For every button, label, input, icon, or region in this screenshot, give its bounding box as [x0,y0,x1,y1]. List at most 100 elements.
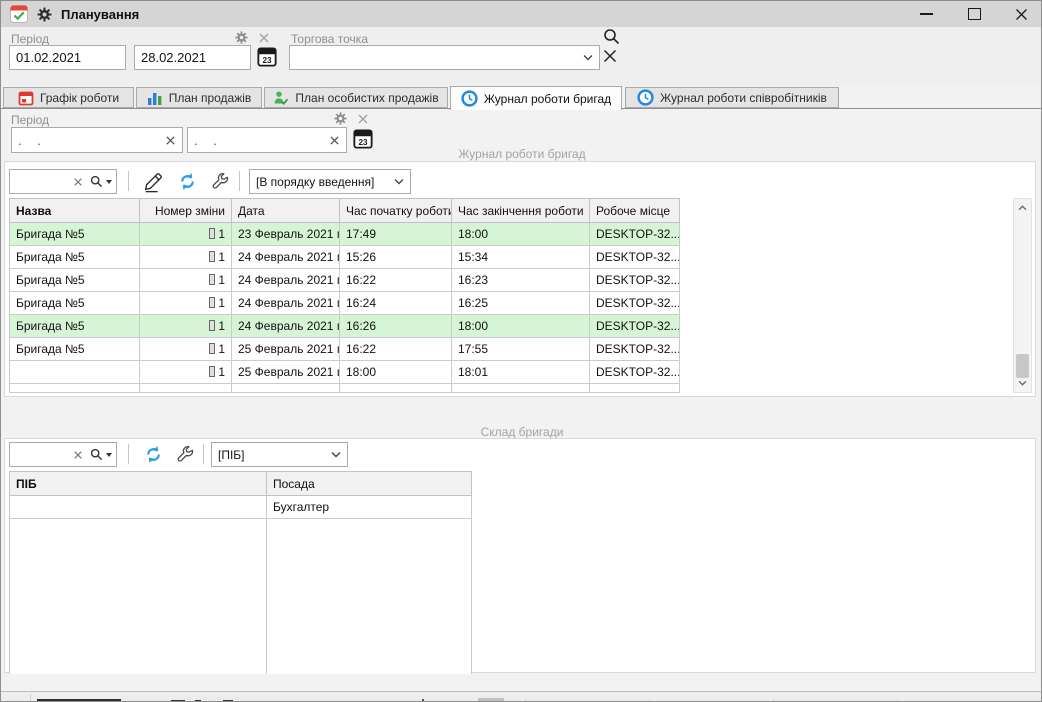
cell-workplace[interactable]: DESKTOP-32... [590,361,680,384]
tab-zhurnal-roboty-spivrobitnykiv[interactable]: Журнал роботи співробітників [625,87,839,108]
cell-start-time[interactable]: 17:49 [340,223,452,246]
period2-clear-icon[interactable] [357,113,369,125]
scroll-up-icon[interactable] [1016,201,1029,215]
cell-workplace[interactable]: DESKTOP-32... [590,338,680,361]
journal-row[interactable]: Бригада №5123 Февраль 2021 г.17:4918:00D… [10,223,680,246]
calendar-icon[interactable]: 23 [257,46,277,68]
cell-workplace[interactable]: DESKTOP-32... [590,246,680,269]
cell-pib[interactable]: Петрова Василиса Альбертовна [10,496,267,519]
date-from-input[interactable]: 01.02.2021 [9,45,126,70]
cell-shift[interactable]: 1 [140,315,232,338]
period-settings-gear-icon[interactable] [235,31,248,44]
cell-end-time[interactable]: 16:25 [452,292,590,315]
period2-settings-gear-icon[interactable] [334,112,347,125]
crew-refresh-button[interactable] [139,442,167,467]
cell-shift[interactable]: 1 [140,269,232,292]
journal-row[interactable]: Бригада №5124 Февраль 2021 г.16:2618:00D… [10,315,680,338]
clear-field-icon[interactable] [165,135,176,146]
tab-plan-prodazhiv[interactable]: План продажів [136,87,262,108]
cell-date[interactable]: 25 Февраль 2021 г. [232,361,340,384]
cell-name[interactable]: Бригада №5 [10,223,140,246]
journal-vertical-scrollbar[interactable] [1013,198,1032,393]
cell-name[interactable]: Бригада №5 [10,315,140,338]
col-header-date[interactable]: Дата [232,199,340,223]
cell-name[interactable]: Бригада №5 [10,338,140,361]
cell-shift[interactable]: 1 [140,223,232,246]
outlet-combobox[interactable] [289,45,600,70]
cell-end-time[interactable]: 18:01 [452,361,590,384]
search-icon[interactable] [90,448,103,461]
cell-workplace[interactable]: DESKTOP-32... [590,292,680,315]
cell-start-time[interactable]: 15:26 [340,246,452,269]
close-button[interactable] [1001,3,1041,25]
date-to-input[interactable]: 28.02.2021 [134,45,251,70]
cell-end-time[interactable]: 17:55 [452,338,590,361]
cell-name[interactable]: Бригада №5 [10,246,140,269]
period2-label: Період [11,113,49,127]
cell-start-time[interactable]: 16:24 [340,292,452,315]
crew-settings-button[interactable] [171,442,199,467]
cell-end-time[interactable]: 18:00 [452,223,590,246]
journal-row[interactable]: Бригада №5124 Февраль 2021 г.16:2416:25D… [10,292,680,315]
journal-row[interactable]: Бригада №5125 Февраль 2021 г.16:2217:55D… [10,338,680,361]
search-options-arrow-icon[interactable] [106,453,112,457]
cell-shift[interactable]: 1 [140,246,232,269]
edit-button[interactable] [139,169,167,194]
cell-workplace[interactable]: DESKTOP-32... [590,315,680,338]
refresh-button[interactable] [173,169,201,194]
cell-name[interactable]: Бригада №5 [10,292,140,315]
journal-row[interactable]: Бригада №5124 Февраль 2021 г.15:2615:34D… [10,246,680,269]
cell-shift[interactable]: 1 [140,292,232,315]
cell-start-time[interactable]: 16:22 [340,269,452,292]
cell-date[interactable]: 23 Февраль 2021 г. [232,223,340,246]
col-header-shift[interactable]: Номер зміни [140,199,232,223]
clear-field-icon[interactable] [329,135,340,146]
col-header-position[interactable]: Посада [267,472,472,496]
cell-start-time[interactable]: 18:00 [340,361,452,384]
cell-workplace[interactable]: DESKTOP-32... [590,223,680,246]
col-header-end[interactable]: Час закінчення роботи [452,199,590,223]
cell-name[interactable]: Бригада №5 [10,361,140,384]
search-clear-icon[interactable] [73,177,83,187]
minimize-button[interactable] [906,3,946,25]
cell-date[interactable]: 24 Февраль 2021 г. [232,246,340,269]
tab-plan-osobystykh-prodazhiv[interactable]: План особистих продажів [264,87,448,108]
search-options-arrow-icon[interactable] [106,180,112,184]
settings-button[interactable] [206,169,234,194]
cell-name[interactable]: Бригада №5 [10,269,140,292]
col-header-start[interactable]: Час початку роботи [340,199,452,223]
journal-row[interactable]: Бригада №5124 Февраль 2021 г.16:2216:23D… [10,269,680,292]
outlet-search-icon[interactable] [603,28,620,45]
cell-start-time[interactable]: 16:22 [340,338,452,361]
scrollbar-thumb[interactable] [1016,354,1029,378]
crew-row[interactable]: Петрова Василиса АльбертовнаБухгалтер [10,496,472,519]
cell-date[interactable]: 25 Февраль 2021 г. [232,338,340,361]
period-clear-icon[interactable] [258,32,270,44]
cell-start-time[interactable]: 16:26 [340,315,452,338]
maximize-button[interactable] [954,3,994,25]
journal-sort-combobox[interactable]: [В порядку введення] [249,169,411,194]
cell-shift[interactable]: 1 [140,361,232,384]
tab-zhurnal-roboty-bryhad[interactable]: Журнал роботи бригад [450,86,622,110]
cell-end-time[interactable]: 15:34 [452,246,590,269]
cell-workplace[interactable]: DESKTOP-32... [590,269,680,292]
crew-sort-combobox[interactable]: [ПІБ] [211,442,348,467]
tab-grafik-roboty[interactable]: Графік роботи [3,87,134,108]
col-header-name[interactable]: Назва [10,199,140,223]
cell-shift[interactable]: 1 [140,338,232,361]
cell-position[interactable]: Бухгалтер [267,496,472,519]
cell-date[interactable]: 24 Февраль 2021 г. [232,315,340,338]
col-header-workplace[interactable]: Робоче місце [590,199,680,223]
search-clear-icon[interactable] [73,450,83,460]
journal-row[interactable]: Бригада №5125 Февраль 2021 г.18:0018:01D… [10,361,680,384]
search-icon[interactable] [90,175,103,188]
journal-search-input[interactable] [9,169,117,194]
scroll-down-icon[interactable] [1016,376,1029,390]
cell-date[interactable]: 24 Февраль 2021 г. [232,292,340,315]
crew-search-input[interactable] [9,442,117,467]
cell-end-time[interactable]: 18:00 [452,315,590,338]
cell-end-time[interactable]: 16:23 [452,269,590,292]
cell-date[interactable]: 24 Февраль 2021 г. [232,269,340,292]
outlet-clear-icon[interactable] [602,48,618,64]
col-header-pib[interactable]: ПІБ [10,472,267,496]
